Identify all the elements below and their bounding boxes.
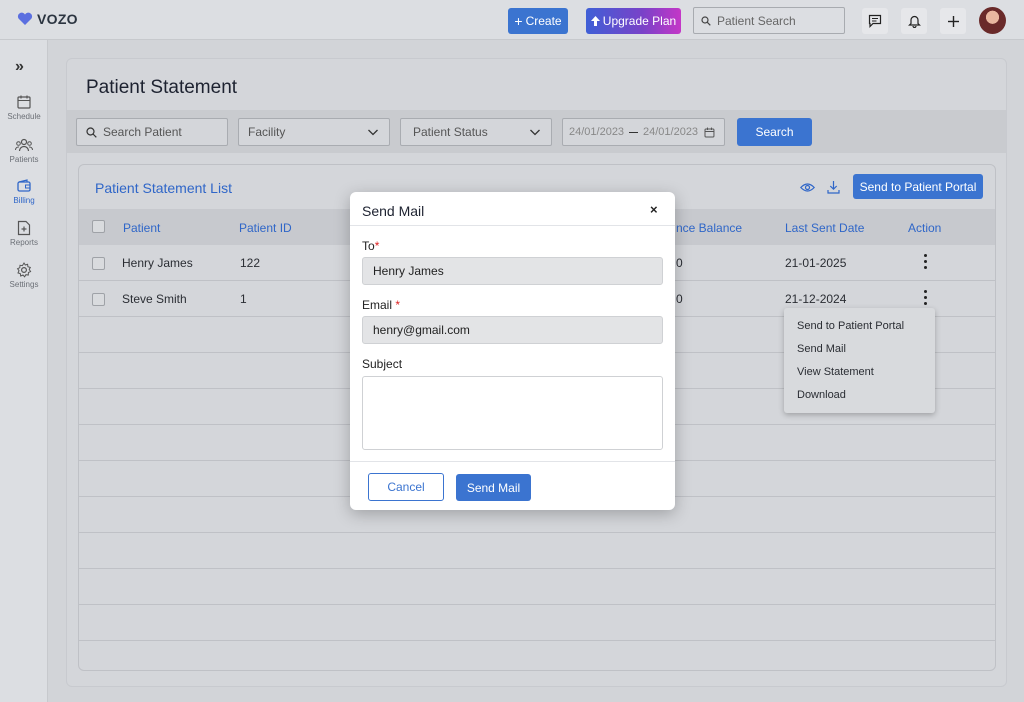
users-icon [15, 138, 33, 152]
close-icon[interactable]: × [650, 202, 658, 217]
cancel-button[interactable]: Cancel [368, 473, 444, 501]
calendar-icon [17, 95, 31, 109]
search-button[interactable]: Search [737, 118, 812, 146]
search-icon [86, 126, 97, 138]
cell-last-sent: 21-12-2024 [785, 292, 847, 306]
wallet-icon [17, 179, 31, 192]
column-header-last-sent-date[interactable]: Last Sent Date [785, 221, 864, 235]
send-to-patient-portal-button[interactable]: Send to Patient Portal [853, 174, 983, 199]
menu-item-download[interactable]: Download [797, 389, 846, 401]
notifications-button[interactable] [901, 8, 927, 34]
column-header-action: Action [908, 221, 942, 235]
empty-row [79, 569, 995, 605]
empty-row [79, 605, 995, 641]
cell-last-sent: 21-01-2025 [785, 256, 847, 270]
search-patient-placeholder: Search Patient [103, 125, 182, 139]
sidebar-item-label: Schedule [7, 112, 41, 121]
required-mark: * [395, 298, 401, 312]
kebab-menu-icon[interactable] [924, 254, 928, 269]
divider [350, 461, 675, 462]
upgrade-label: Upgrade Plan [602, 14, 677, 28]
download-icon[interactable] [827, 180, 840, 194]
sidebar-item-schedule[interactable]: Schedule [0, 94, 48, 121]
patient-status-select[interactable]: Patient Status [400, 118, 552, 146]
menu-item-send-mail[interactable]: Send Mail [797, 343, 846, 355]
filter-bar: Search Patient Facility Patient Status 2… [67, 110, 1006, 153]
facility-label: Facility [248, 125, 286, 139]
column-header-patient-id[interactable]: Patient ID [239, 221, 292, 235]
date-from: 24/01/2023 [569, 126, 625, 138]
upgrade-plan-button[interactable]: Upgrade Plan [586, 8, 681, 34]
sidebar-item-patients[interactable]: Patients [0, 137, 48, 164]
patient-search[interactable] [693, 7, 845, 34]
menu-item-view-statement[interactable]: View Statement [797, 366, 874, 378]
eye-icon[interactable] [800, 182, 815, 193]
app-logo[interactable]: VOZO [17, 11, 78, 27]
sidebar: » Schedule Patients Billing Reports Sett… [0, 40, 48, 702]
row-action-menu: Send to Patient Portal Send Mail View St… [784, 308, 935, 413]
chevron-down-icon [530, 129, 540, 136]
heart-logo-icon [17, 12, 33, 25]
gear-icon [16, 262, 32, 278]
to-label: To* [362, 239, 380, 253]
bell-icon [907, 15, 921, 28]
patient-status-label: Patient Status [413, 125, 488, 139]
sidebar-item-label: Settings [9, 280, 39, 289]
email-label: Email * [362, 298, 401, 312]
facility-select[interactable]: Facility [238, 118, 390, 146]
cell-patient-id: 1 [240, 292, 247, 306]
add-button[interactable] [940, 8, 966, 34]
messages-button[interactable] [862, 8, 888, 34]
user-avatar[interactable] [979, 7, 1006, 34]
sidebar-item-billing[interactable]: Billing [0, 178, 48, 205]
search-patient-field[interactable]: Search Patient [76, 118, 228, 146]
dialog-title: Send Mail [362, 203, 425, 219]
date-range-dash [629, 131, 638, 133]
select-all-checkbox[interactable] [92, 220, 105, 233]
plus-icon [947, 15, 959, 27]
chat-icon [868, 14, 882, 28]
subject-label: Subject [362, 357, 403, 371]
list-title: Patient Statement List [95, 180, 232, 196]
empty-row [79, 533, 995, 569]
report-icon [17, 220, 31, 236]
email-field[interactable]: henry@gmail.com [362, 316, 663, 344]
column-header-balance[interactable]: nce Balance [676, 221, 742, 235]
date-to: 24/01/2023 [643, 126, 699, 138]
send-mail-button[interactable]: Send Mail [456, 474, 531, 501]
top-bar: VOZO + Create Upgrade Plan [0, 0, 1024, 40]
cell-patient-id: 122 [240, 256, 261, 270]
to-field[interactable]: Henry James [362, 257, 663, 285]
sidebar-item-label: Billing [13, 196, 35, 205]
required-mark: * [374, 239, 380, 253]
column-header-patient[interactable]: Patient [123, 221, 160, 235]
double-chevron-right-icon[interactable]: » [15, 58, 24, 76]
sidebar-item-label: Patients [9, 155, 39, 164]
search-icon [701, 15, 711, 26]
plus-icon: + [514, 13, 523, 29]
arrow-up-icon [590, 16, 600, 26]
divider [350, 225, 675, 226]
logo-text: VOZO [37, 11, 78, 27]
sidebar-item-label: Reports [9, 238, 38, 247]
calendar-icon [704, 127, 715, 137]
kebab-menu-icon[interactable] [924, 290, 928, 305]
patient-search-input[interactable] [717, 13, 837, 28]
subject-textarea[interactable] [362, 376, 663, 450]
create-label: Create [525, 14, 562, 28]
sidebar-item-reports[interactable]: Reports [0, 220, 48, 247]
cell-balance: 0 [676, 292, 683, 306]
date-range-field[interactable]: 24/01/2023 24/01/2023 [562, 118, 725, 146]
row-checkbox[interactable] [92, 293, 105, 306]
create-button[interactable]: + Create [508, 8, 568, 34]
sidebar-item-settings[interactable]: Settings [0, 262, 48, 289]
menu-item-send-to-portal[interactable]: Send to Patient Portal [797, 320, 904, 332]
page-title: Patient Statement [86, 77, 238, 98]
row-checkbox[interactable] [92, 257, 105, 270]
cell-patient: Steve Smith [122, 292, 187, 306]
cell-balance: 0 [676, 256, 683, 270]
send-mail-dialog: Send Mail × To* Henry James Email * henr… [350, 192, 675, 510]
chevron-down-icon [368, 129, 378, 136]
cell-patient: Henry James [122, 256, 193, 270]
